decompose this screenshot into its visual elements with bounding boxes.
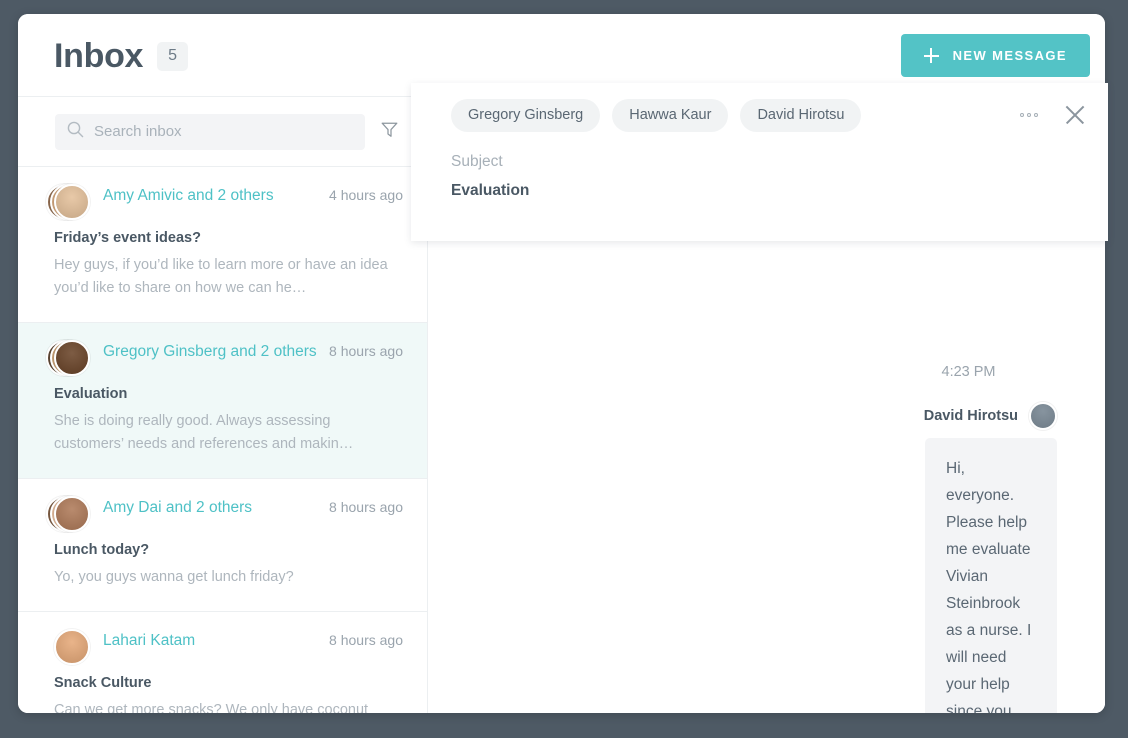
thread-sender: Amy Dai and 2 others	[103, 499, 253, 516]
thread-text: Gregory Ginsberg and 2 others 8 hours ag…	[103, 343, 403, 361]
page-title: Inbox	[54, 37, 144, 75]
conversation-header: Gregory Ginsberg Hawwa Kaur David Hirotsu …	[411, 83, 1108, 241]
thread-subject: Lunch today?	[54, 542, 150, 558]
filter-funnel-icon	[380, 120, 399, 144]
thread-preview: Hey guys, if you’d like to learn more or…	[54, 257, 388, 296]
thread-list-column: Amy Amivic and 2 others 4 hours ago Frid…	[18, 97, 428, 713]
conversation-header-actions	[1014, 100, 1090, 130]
thread-sender: Amy Amivic and 2 others	[103, 187, 274, 204]
thread-preview: Yo, you guys wanna get lunch friday?	[54, 569, 294, 585]
thread-preview: Can we get more snacks? We only have coc…	[54, 702, 369, 713]
message-author: David Hirotsu	[923, 408, 1018, 424]
thread-preview: She is doing really good. Always assessi…	[54, 413, 354, 452]
filter-button[interactable]	[369, 112, 409, 152]
thread-subject: Friday’s event ideas?	[54, 230, 201, 246]
thread-head: Amy Dai and 2 others 8 hours ago	[46, 496, 403, 532]
more-horizontal-icon[interactable]	[1014, 101, 1044, 129]
avatar	[54, 184, 90, 220]
unread-count-badge: 5	[157, 41, 189, 71]
thread-time: 4 hours ago	[329, 187, 403, 203]
avatar-stack	[46, 340, 90, 376]
plus-icon	[923, 48, 939, 63]
thread-sender: Gregory Ginsberg and 2 others	[103, 343, 317, 360]
search-input[interactable]	[94, 123, 353, 140]
participant-chip[interactable]: David Hirotsu	[740, 98, 862, 132]
close-icon[interactable]	[1060, 100, 1090, 130]
avatar	[54, 340, 90, 376]
participant-chips: Gregory Ginsberg Hawwa Kaur David Hirotsu	[451, 98, 862, 132]
thread-text: Amy Amivic and 2 others 4 hours ago	[103, 187, 403, 205]
thread-list-item[interactable]: Lahari Katam 8 hours ago Snack Culture C…	[18, 612, 427, 713]
subject-value: Evaluation	[451, 182, 530, 199]
avatar	[54, 496, 90, 532]
subject-block: Subject Evaluation	[411, 147, 1108, 200]
avatar	[1029, 402, 1057, 430]
thread-time: 8 hours ago	[329, 343, 403, 359]
message: David Hirotsu Hi, everyone. Please help …	[880, 402, 1057, 713]
thread-top-line: Amy Dai and 2 others 8 hours ago	[103, 499, 403, 517]
thread-top-line: Lahari Katam 8 hours ago	[103, 632, 403, 650]
page-title-group: Inbox 5	[54, 35, 189, 77]
messages-scroll-area[interactable]: 4:23 PM David Hirotsu Hi, everyone. Plea…	[840, 338, 1105, 713]
participant-chip[interactable]: Gregory Ginsberg	[451, 98, 601, 132]
new-message-button[interactable]: NEW MESSAGE	[900, 34, 1090, 77]
subject-label: Subject	[451, 153, 503, 170]
avatar-stack	[46, 496, 90, 532]
thread-head: Gregory Ginsberg and 2 others 8 hours ag…	[46, 340, 403, 376]
thread-sender: Lahari Katam	[103, 632, 196, 649]
thread-subject: Snack Culture	[54, 675, 152, 691]
message-meta: David Hirotsu	[880, 402, 1057, 430]
thread-time: 8 hours ago	[329, 499, 403, 515]
participant-chip[interactable]: Hawwa Kaur	[612, 98, 729, 132]
thread-top-line: Amy Amivic and 2 others 4 hours ago	[103, 187, 403, 205]
thread-subject: Evaluation	[54, 386, 128, 402]
avatar-stack	[54, 629, 90, 665]
thread-text: Amy Dai and 2 others 8 hours ago	[103, 499, 403, 517]
thread-list-item[interactable]: Gregory Ginsberg and 2 others 8 hours ag…	[18, 323, 427, 479]
new-message-label: NEW MESSAGE	[952, 48, 1067, 63]
avatar-stack	[46, 184, 90, 220]
thread-text: Lahari Katam 8 hours ago	[103, 632, 403, 650]
message-list: David Hirotsu Hi, everyone. Please help …	[880, 402, 1057, 713]
thread-list: Amy Amivic and 2 others 4 hours ago Frid…	[18, 167, 427, 713]
thread-time: 8 hours ago	[329, 632, 403, 648]
search-field[interactable]	[55, 113, 365, 150]
thread-list-item[interactable]: Amy Dai and 2 others 8 hours ago Lunch t…	[18, 479, 427, 612]
thread-head: Lahari Katam 8 hours ago	[54, 629, 403, 665]
thread-top-line: Gregory Ginsberg and 2 others 8 hours ag…	[103, 343, 403, 361]
search-icon	[67, 121, 84, 143]
search-row	[18, 97, 427, 167]
thread-list-item[interactable]: Amy Amivic and 2 others 4 hours ago Frid…	[18, 167, 427, 323]
message-bubble: Hi, everyone. Please help me evaluate Vi…	[925, 438, 1057, 713]
message-timestamp: 4:23 PM	[941, 364, 996, 380]
avatar	[54, 629, 90, 665]
thread-head: Amy Amivic and 2 others 4 hours ago	[46, 184, 403, 220]
participant-chips-row: Gregory Ginsberg Hawwa Kaur David Hirotsu	[411, 83, 1108, 147]
